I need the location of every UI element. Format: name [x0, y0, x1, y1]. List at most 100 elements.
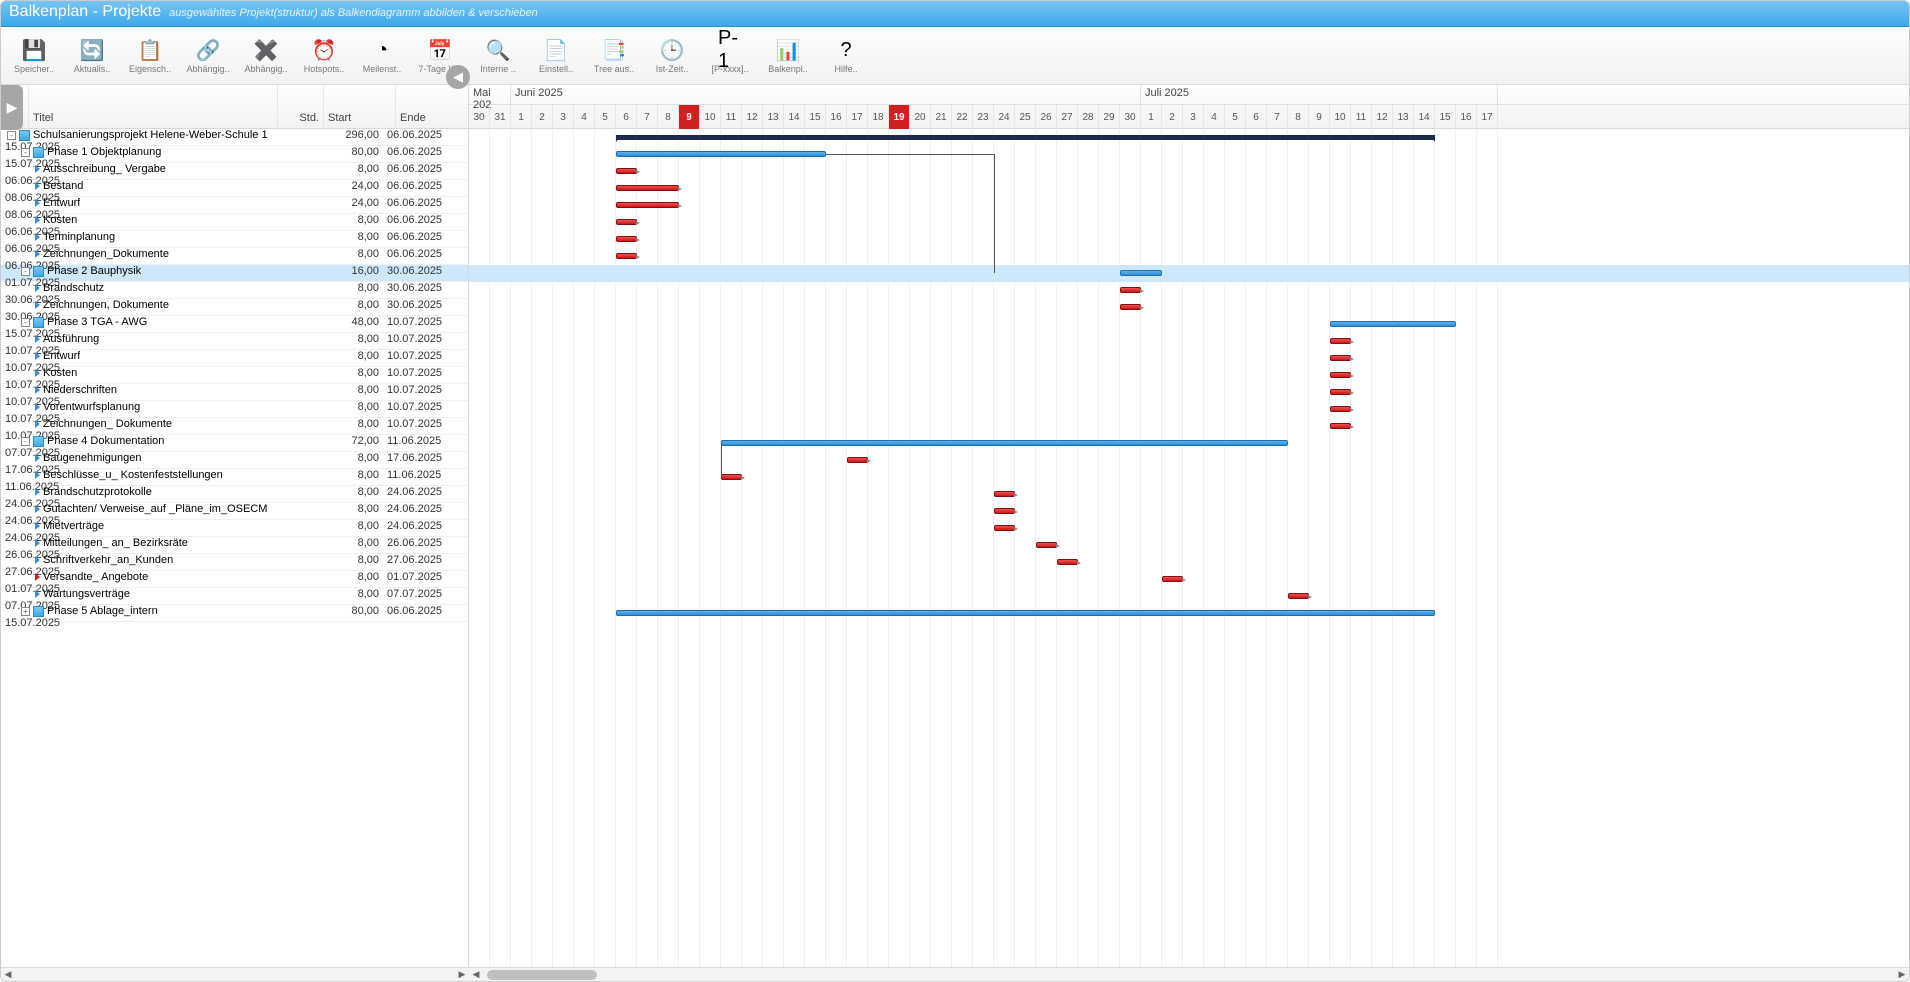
- day-header[interactable]: 15: [805, 105, 826, 129]
- gantt-bar-task[interactable]: [994, 508, 1015, 514]
- tree-row[interactable]: Niederschriften 8,00 10.07.2025 10.07.20…: [1, 384, 468, 401]
- tree-row[interactable]: Zeichnungen_Dokumente 8,00 06.06.2025 06…: [1, 248, 468, 265]
- gantt-bar-summary[interactable]: [616, 135, 1435, 140]
- gantt-row[interactable]: [469, 367, 1909, 384]
- day-header[interactable]: 16: [1456, 105, 1477, 129]
- tree-row[interactable]: -Phase 3 TGA - AWG 48,00 10.07.2025 15.0…: [1, 316, 468, 333]
- day-header[interactable]: 3: [553, 105, 574, 129]
- day-header[interactable]: 6: [616, 105, 637, 129]
- gantt-bar-task[interactable]: [1288, 593, 1309, 599]
- col-start[interactable]: Start: [324, 85, 396, 128]
- day-header[interactable]: 4: [1204, 105, 1225, 129]
- day-header[interactable]: 7: [1267, 105, 1288, 129]
- gantt-bar-task[interactable]: [1330, 355, 1351, 361]
- tree-row[interactable]: Mitteilungen_ an_ Bezirksräte 8,00 26.06…: [1, 537, 468, 554]
- col-hours[interactable]: Std.: [278, 85, 324, 128]
- expand-toggle[interactable]: +: [21, 607, 30, 616]
- gantt-bar-task[interactable]: [1162, 576, 1183, 582]
- col-end[interactable]: Ende: [396, 85, 468, 128]
- tree-row[interactable]: -Schulsanierungsprojekt Helene-Weber-Sch…: [1, 129, 468, 146]
- day-header[interactable]: 6: [1246, 105, 1267, 129]
- pnum-button[interactable]: P-1[P-xxxx]..: [705, 29, 755, 83]
- gantt-body[interactable]: [469, 129, 1909, 967]
- day-header[interactable]: 14: [784, 105, 805, 129]
- gantt-bar-task[interactable]: [994, 491, 1015, 497]
- gantt-bar-task[interactable]: [847, 457, 868, 463]
- save-button[interactable]: 💾Speicher..: [9, 29, 59, 83]
- day-header[interactable]: 12: [742, 105, 763, 129]
- tree-row[interactable]: -Phase 4 Dokumentation 72,00 11.06.2025 …: [1, 435, 468, 452]
- gantt-bar-group[interactable]: [1120, 270, 1162, 276]
- day-header[interactable]: 10: [1330, 105, 1351, 129]
- gantt-bar-task[interactable]: [616, 253, 637, 259]
- expand-toggle[interactable]: -: [7, 131, 16, 140]
- pane-collapse-button[interactable]: ◀: [446, 65, 470, 89]
- gantt-row[interactable]: [469, 350, 1909, 367]
- refresh-button[interactable]: 🔄Aktualis..: [67, 29, 117, 83]
- gantt-bar-task[interactable]: [1330, 338, 1351, 344]
- day-header[interactable]: 17: [1477, 105, 1498, 129]
- tree-row[interactable]: Terminplanung 8,00 06.06.2025 06.06.2025: [1, 231, 468, 248]
- day-header[interactable]: 23: [973, 105, 994, 129]
- day-header[interactable]: 30: [1120, 105, 1141, 129]
- day-header[interactable]: 14: [1414, 105, 1435, 129]
- gantt-row[interactable]: [469, 401, 1909, 418]
- tree-row[interactable]: Versandte_ Angebote 8,00 01.07.2025 01.0…: [1, 571, 468, 588]
- gantt-button[interactable]: 📊Balkenpl..: [763, 29, 813, 83]
- dep-add-button[interactable]: 🔗Abhängig..: [183, 29, 233, 83]
- hotspots-button[interactable]: ⏰Hotspots..: [299, 29, 349, 83]
- gantt-bar-task[interactable]: [1330, 389, 1351, 395]
- gantt-bar-task[interactable]: [616, 236, 637, 242]
- day-header[interactable]: 13: [1393, 105, 1414, 129]
- day-header[interactable]: 24: [994, 105, 1015, 129]
- left-expand-handle[interactable]: ▶: [1, 85, 23, 130]
- day-header[interactable]: 26: [1036, 105, 1057, 129]
- day-header[interactable]: 1: [1141, 105, 1162, 129]
- tree-row[interactable]: Ausführung 8,00 10.07.2025 10.07.2025: [1, 333, 468, 350]
- tree-row[interactable]: Zeichnungen_ Dokumente 8,00 10.07.2025 1…: [1, 418, 468, 435]
- milestone-button[interactable]: ◔Meilenst..: [357, 29, 407, 83]
- actual-button[interactable]: 🕒Ist-Zeit..: [647, 29, 697, 83]
- gantt-row[interactable]: [469, 452, 1909, 469]
- scroll-right-icon[interactable]: ▶: [455, 968, 469, 982]
- gantt-row[interactable]: [469, 418, 1909, 435]
- dep-del-button[interactable]: ✖️Abhängig..: [241, 29, 291, 83]
- gantt-bar-task[interactable]: [616, 185, 679, 191]
- day-header[interactable]: 11: [721, 105, 742, 129]
- gantt-bar-task[interactable]: [1330, 406, 1351, 412]
- gantt-bar-task[interactable]: [616, 168, 637, 174]
- day-header[interactable]: 10: [700, 105, 721, 129]
- day-header[interactable]: 16: [826, 105, 847, 129]
- day-header[interactable]: 5: [595, 105, 616, 129]
- properties-button[interactable]: 📋Eigensch..: [125, 29, 175, 83]
- gantt-bar-task[interactable]: [1120, 304, 1141, 310]
- day-header[interactable]: 18: [868, 105, 889, 129]
- gantt-row[interactable]: [469, 316, 1909, 333]
- gantt-row[interactable]: [469, 520, 1909, 537]
- gantt-row[interactable]: [469, 554, 1909, 571]
- tree-row[interactable]: Bestand 24,00 06.06.2025 08.06.2025: [1, 180, 468, 197]
- tree-row[interactable]: -Phase 2 Bauphysik 16,00 30.06.2025 01.0…: [1, 265, 468, 282]
- day-header[interactable]: 28: [1078, 105, 1099, 129]
- scroll-thumb[interactable]: [487, 970, 597, 980]
- gantt-row[interactable]: [469, 163, 1909, 180]
- day-header[interactable]: 2: [532, 105, 553, 129]
- expand-toggle[interactable]: -: [21, 148, 30, 157]
- tree-row[interactable]: Zeichnungen, Dokumente 8,00 30.06.2025 3…: [1, 299, 468, 316]
- scroll-left-icon[interactable]: ◀: [469, 968, 483, 982]
- tree-row[interactable]: Schriftverkehr_an_Kunden 8,00 27.06.2025…: [1, 554, 468, 571]
- gantt-row[interactable]: [469, 265, 1909, 282]
- gantt-row[interactable]: [469, 129, 1909, 146]
- scroll-left-icon[interactable]: ◀: [1, 968, 15, 982]
- gantt-bar-task[interactable]: [1036, 542, 1057, 548]
- gantt-bar-task[interactable]: [616, 219, 637, 225]
- tree-row[interactable]: Entwurf 8,00 10.07.2025 10.07.2025: [1, 350, 468, 367]
- tree-row[interactable]: +Phase 5 Ablage_intern 80,00 06.06.2025 …: [1, 605, 468, 622]
- gantt-row[interactable]: [469, 503, 1909, 520]
- day-header[interactable]: 13: [763, 105, 784, 129]
- day-header[interactable]: 3: [1183, 105, 1204, 129]
- gantt-row[interactable]: [469, 469, 1909, 486]
- col-title[interactable]: Titel: [29, 85, 278, 128]
- day-header[interactable]: 17: [847, 105, 868, 129]
- gantt-row[interactable]: [469, 588, 1909, 605]
